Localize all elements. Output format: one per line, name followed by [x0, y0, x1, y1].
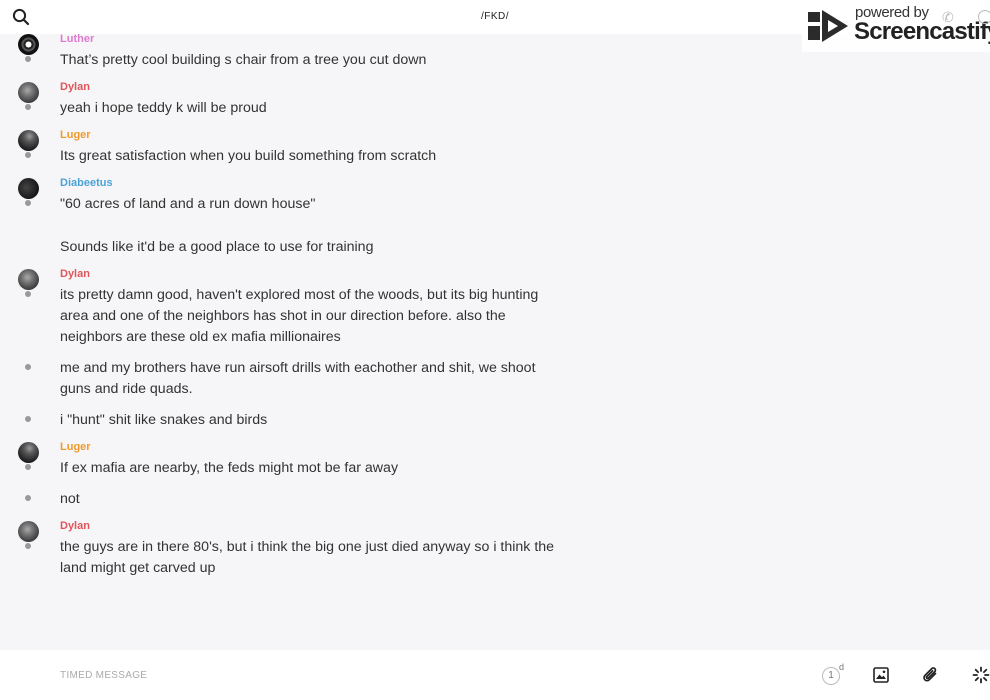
- message-group: Luger Its great satisfaction when you bui…: [0, 119, 990, 167]
- message-dot: [25, 104, 31, 110]
- message-group: Dylan the guys are in there 80's, but i t…: [0, 510, 990, 579]
- message-text: If ex mafia are nearby, the feds might m…: [60, 460, 399, 476]
- message-group: Dylan yeah i hope teddy k will be proud: [0, 71, 990, 119]
- message-author[interactable]: Luger: [60, 129, 990, 141]
- message-author[interactable]: Dylan: [60, 520, 990, 532]
- message-line: yeah i hope teddy k will be proud: [0, 98, 990, 119]
- message-line: That’s pretty cool building s chair from…: [0, 50, 990, 71]
- message-list: Luther That’s pretty cool building s chai…: [0, 34, 990, 650]
- timer-value: 1: [822, 667, 840, 685]
- activity-button[interactable]: [972, 666, 990, 684]
- message-text: yeah i hope teddy k will be proud: [60, 100, 267, 116]
- message-line: If ex mafia are nearby, the feds might m…: [0, 458, 990, 479]
- spinner-icon: [972, 666, 990, 684]
- message-text: the guys are in there 80's, but i think …: [60, 539, 555, 576]
- message-line: the guys are in there 80's, but i think …: [0, 537, 990, 579]
- message-text: me and my brothers have run airsoft dril…: [60, 360, 536, 397]
- message-text: Sounds like it'd be a good place to use …: [60, 239, 374, 255]
- message-dot: [25, 200, 31, 206]
- screencastify-logo-icon: [808, 10, 848, 42]
- watermark-brand: Screencastify: [854, 18, 990, 45]
- message-dot: [25, 291, 31, 297]
- message-dot: [25, 364, 31, 370]
- message-line: not: [0, 489, 990, 510]
- message-line: i "hunt" shit like snakes and birds: [0, 410, 990, 431]
- timer-unit: d: [839, 662, 845, 672]
- timer-button[interactable]: 1 d: [822, 662, 846, 685]
- message-line: me and my brothers have run airsoft dril…: [0, 358, 990, 400]
- message-dot: [25, 464, 31, 470]
- message-line: Its great satisfaction when you build so…: [0, 146, 990, 167]
- message-text: "60 acres of land and a run down house": [60, 196, 316, 212]
- message-text: i "hunt" shit like snakes and birds: [60, 412, 268, 428]
- message-group: Dylan its pretty damn good, haven't explo…: [0, 258, 990, 431]
- message-author[interactable]: Diabeetus: [60, 177, 990, 189]
- message-author[interactable]: Dylan: [60, 268, 990, 280]
- timed-message-input[interactable]: [60, 664, 760, 686]
- message-text: not: [60, 491, 80, 507]
- message-author[interactable]: Luger: [60, 441, 990, 453]
- message-text: That’s pretty cool building s chair from…: [60, 52, 427, 68]
- attach-button[interactable]: [922, 665, 940, 685]
- message-line: "60 acres of land and a run down house" S…: [0, 194, 990, 258]
- screencastify-watermark: powered by Screencastify ✆: [802, 0, 990, 52]
- message-group: Diabeetus "60 acres of land and a run dow…: [0, 167, 990, 258]
- image-icon: [873, 667, 889, 683]
- message-group: Luger If ex mafia are nearby, the feds mi…: [0, 431, 990, 510]
- message-text: its pretty damn good, haven't explored m…: [60, 287, 539, 345]
- paperclip-icon: [923, 667, 937, 682]
- phone-icon: ✆: [942, 9, 954, 25]
- message-dot: [25, 416, 31, 422]
- message-dot: [25, 543, 31, 549]
- image-button[interactable]: [873, 667, 889, 683]
- message-text: Its great satisfaction when you build so…: [60, 148, 437, 164]
- message-line: its pretty damn good, haven't explored m…: [0, 285, 990, 348]
- info-icon: [978, 10, 990, 24]
- composer-bar: 1 d: [0, 650, 990, 700]
- message-dot: [25, 56, 31, 62]
- message-author[interactable]: Dylan: [60, 81, 990, 93]
- message-dot: [25, 152, 31, 158]
- message-dot: [25, 495, 31, 501]
